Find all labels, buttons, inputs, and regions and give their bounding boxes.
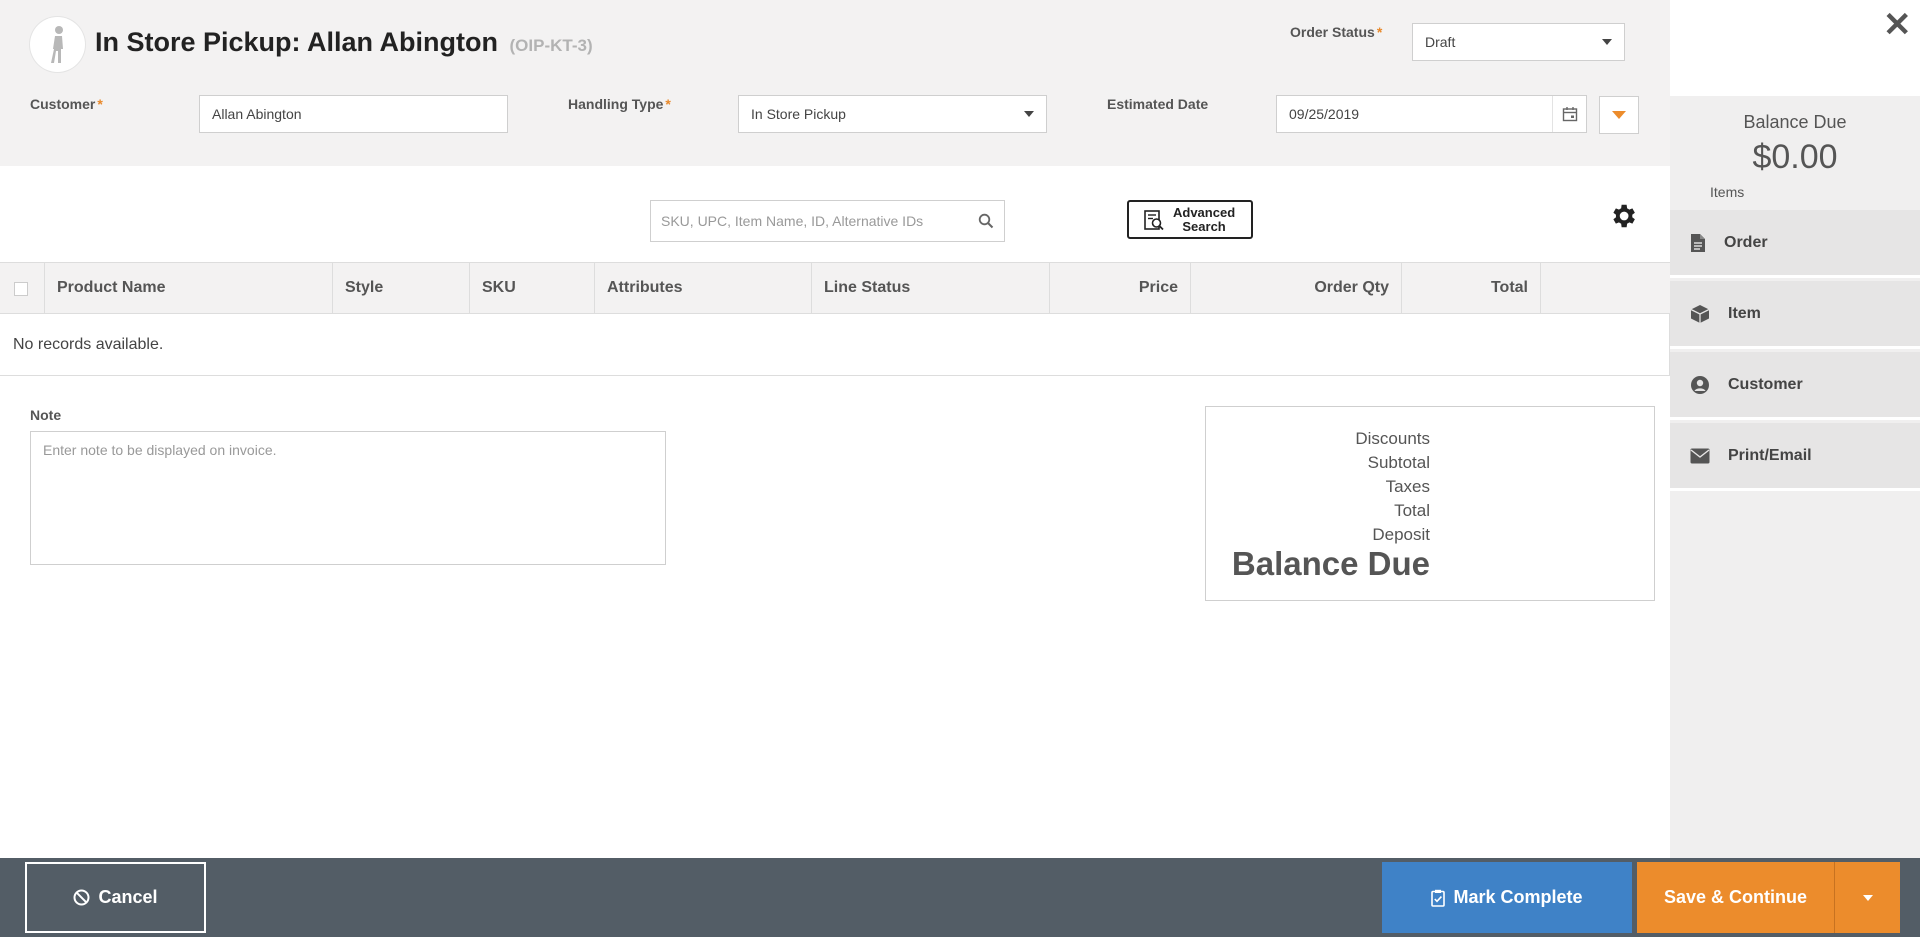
side-balance-title: Balance Due	[1743, 112, 1847, 132]
deposit-label: Deposit	[1372, 525, 1430, 544]
column-attributes[interactable]: Attributes	[594, 263, 811, 313]
order-status-value: Draft	[1425, 34, 1456, 50]
save-continue-label: Save & Continue	[1663, 887, 1808, 907]
estimated-date-field[interactable]: 09/25/2019	[1276, 95, 1587, 133]
envelope-icon	[1690, 448, 1710, 463]
side-nav-customer[interactable]: Customer	[1670, 352, 1920, 420]
cancel-button-label: Cancel	[98, 887, 158, 907]
select-all-checkbox[interactable]	[14, 282, 28, 296]
customer-value: Allan Abington	[212, 106, 302, 122]
side-nav-print-email[interactable]: Print/Email	[1670, 423, 1920, 491]
advanced-search-icon	[1144, 209, 1164, 230]
taxes-label: Taxes	[1385, 477, 1430, 496]
column-line-status[interactable]: Line Status	[811, 263, 1049, 313]
note-textarea[interactable]: Enter note to be displayed on invoice.	[30, 431, 666, 565]
mark-complete-label: Mark Complete	[1453, 887, 1583, 907]
side-items-label: Items	[1710, 184, 1745, 200]
chevron-down-icon	[1024, 111, 1034, 117]
column-order-qty[interactable]: Order Qty	[1190, 263, 1401, 313]
side-nav-order-label: Order	[1724, 233, 1768, 251]
customer-label: Customer *	[30, 96, 103, 112]
clipboard-check-icon	[1431, 889, 1446, 907]
cancel-button[interactable]: Cancel	[25, 862, 206, 933]
save-options-dropdown[interactable]	[1834, 862, 1900, 933]
side-nav-print-email-label: Print/Email	[1728, 446, 1812, 464]
search-icon[interactable]	[978, 213, 994, 229]
product-search-input[interactable]: SKU, UPC, Item Name, ID, Alternative IDs	[650, 200, 1005, 242]
order-side-panel: Balance Due $0.00 Items Order Item Custo…	[1670, 96, 1920, 858]
gear-icon[interactable]	[1608, 201, 1638, 231]
mark-complete-button[interactable]: Mark Complete	[1382, 862, 1632, 933]
required-marker: *	[97, 96, 103, 112]
page-title-text: In Store Pickup: Allan Abington	[95, 27, 498, 57]
customer-label-text: Customer	[30, 96, 96, 112]
empty-table-message: No records available.	[0, 314, 1670, 376]
column-style[interactable]: Style	[332, 263, 469, 313]
ban-icon	[73, 889, 90, 906]
required-marker: *	[1376, 24, 1383, 40]
handling-type-label: Handling Type *	[568, 96, 671, 112]
column-total[interactable]: Total	[1401, 263, 1540, 313]
column-price[interactable]: Price	[1049, 263, 1190, 313]
discounts-label: Discounts	[1355, 429, 1430, 448]
advanced-search-label: Advanced Search	[1173, 204, 1236, 234]
customer-field[interactable]: Allan Abington	[199, 95, 508, 133]
subtotal-label: Subtotal	[1367, 453, 1430, 472]
handling-type-value: In Store Pickup	[751, 106, 846, 122]
calendar-icon[interactable]	[1552, 96, 1586, 132]
footer-bar	[0, 858, 1920, 937]
column-actions	[1540, 263, 1670, 313]
caret-down-icon	[1862, 894, 1873, 901]
line-items-table-header: Product Name Style SKU Attributes Line S…	[0, 262, 1670, 314]
save-continue-button[interactable]: Save & Continue	[1637, 862, 1834, 933]
side-nav-item[interactable]: Item	[1670, 281, 1920, 349]
note-label: Note	[30, 407, 62, 423]
estimated-date-label: Estimated Date	[1107, 96, 1209, 112]
total-label: Total	[1394, 501, 1430, 520]
box-icon	[1690, 304, 1710, 323]
search-placeholder: SKU, UPC, Item Name, ID, Alternative IDs	[661, 213, 924, 229]
side-balance-amount: $0.00	[1752, 138, 1838, 176]
order-status-label-text: Order Status	[1290, 24, 1375, 40]
chevron-down-icon	[1602, 39, 1612, 45]
handling-type-label-text: Handling Type	[568, 96, 664, 112]
estimated-date-value: 09/25/2019	[1289, 106, 1360, 122]
advanced-search-label-line1: Advanced	[1173, 204, 1236, 220]
balance-due-label: Balance Due	[1231, 545, 1430, 582]
document-icon	[1691, 233, 1705, 252]
order-status-label: Order Status *	[1290, 24, 1382, 40]
required-marker: *	[665, 96, 671, 112]
user-circle-icon	[1691, 375, 1709, 394]
note-placeholder: Enter note to be displayed on invoice.	[43, 442, 277, 458]
column-sku[interactable]: SKU	[469, 263, 594, 313]
chevron-down-icon	[1612, 111, 1626, 119]
page-title: In Store Pickup: Allan Abington (OIP-KT-…	[95, 27, 593, 58]
close-icon[interactable]: ✕	[1883, 8, 1912, 42]
order-code: (OIP-KT-3)	[509, 36, 593, 55]
handling-type-select[interactable]: In Store Pickup	[738, 95, 1047, 133]
side-nav-order[interactable]: Order	[1670, 210, 1920, 278]
order-status-select[interactable]: Draft	[1412, 23, 1625, 61]
advanced-search-label-line2: Search	[1182, 218, 1226, 234]
side-nav-customer-label: Customer	[1728, 375, 1803, 393]
totals-summary: Discounts Subtotal Taxes Total Deposit B…	[1205, 406, 1655, 601]
handling-type-avatar	[30, 17, 85, 72]
side-nav-item-label: Item	[1728, 304, 1761, 322]
advanced-search-button[interactable]: Advanced Search	[1127, 200, 1253, 239]
column-product-name[interactable]: Product Name	[44, 263, 332, 313]
walking-person-icon	[50, 25, 63, 63]
expand-header-button[interactable]	[1599, 96, 1639, 134]
